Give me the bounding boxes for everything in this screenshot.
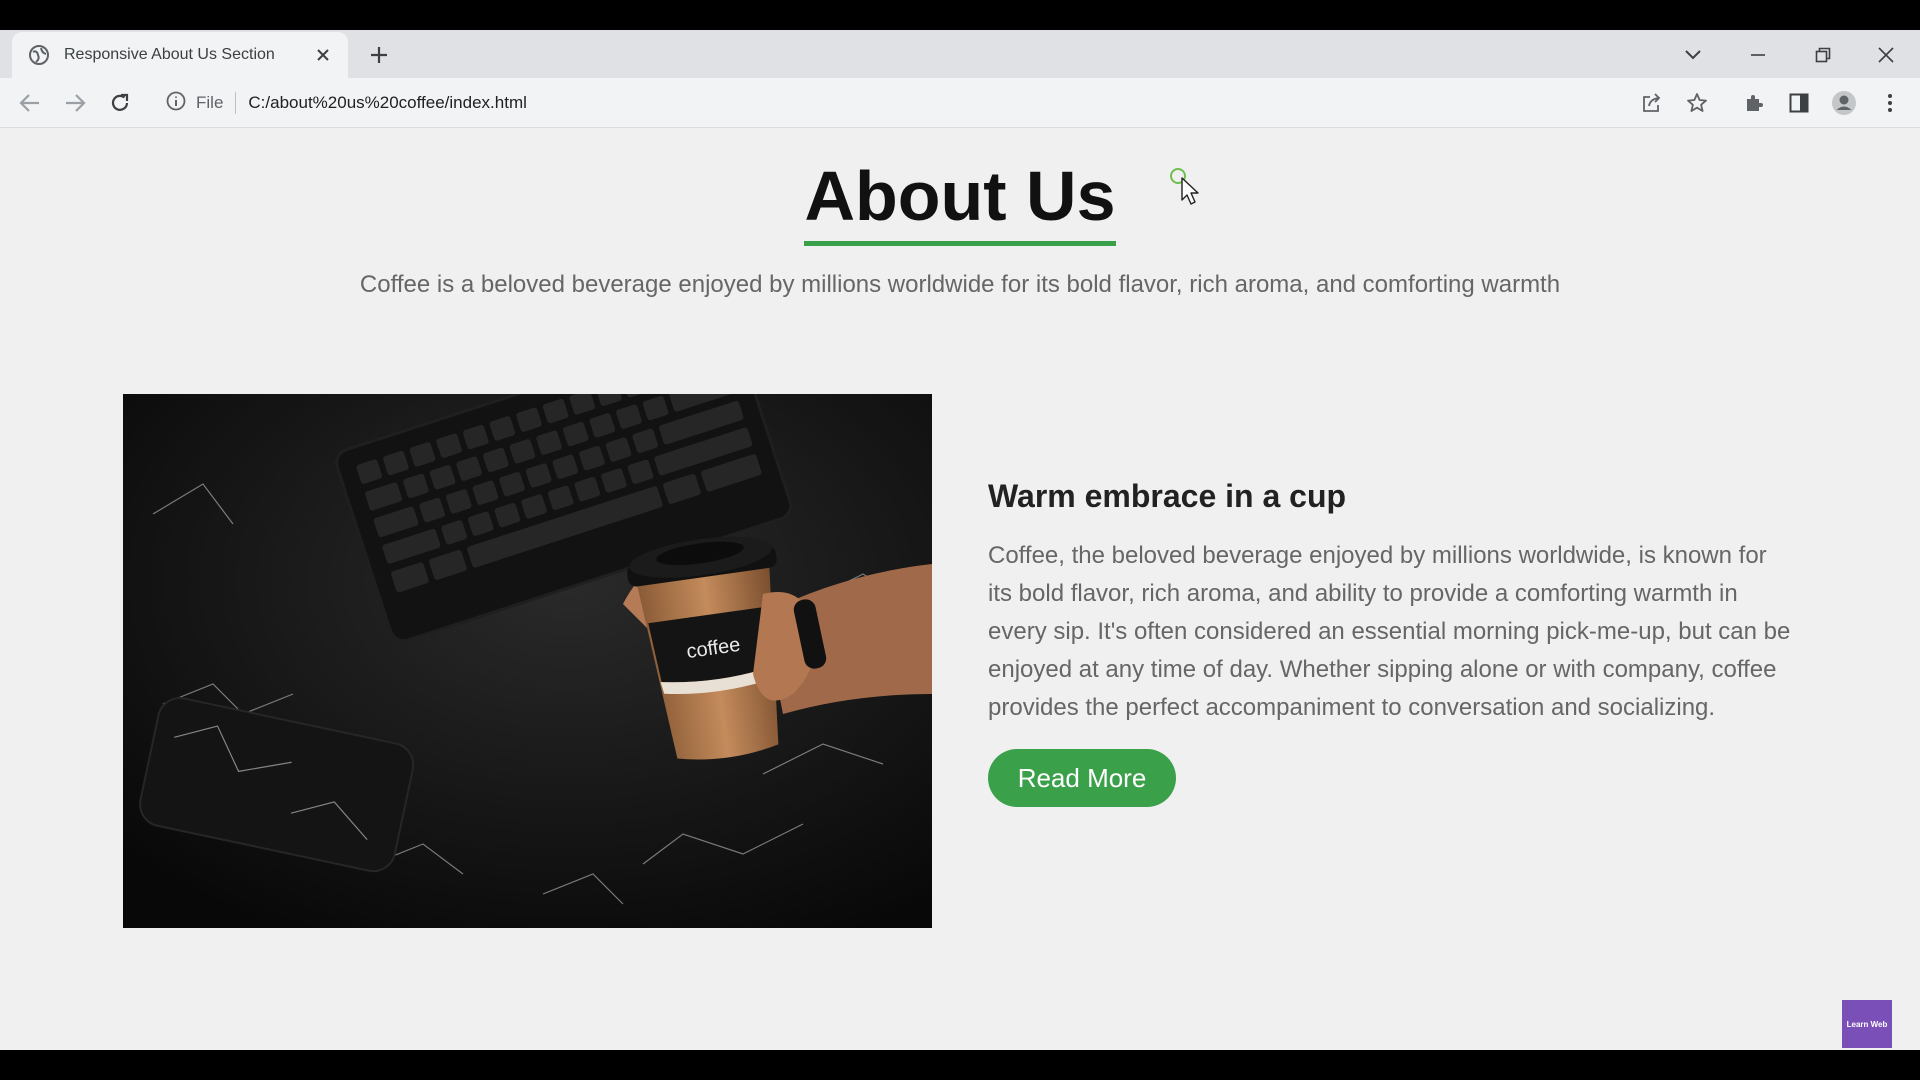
info-icon[interactable]	[166, 91, 186, 116]
tab-title: Responsive About Us Section	[64, 46, 275, 63]
heading-wrapper: About Us	[0, 158, 1920, 246]
tab-strip: Responsive About Us Section	[0, 30, 1920, 78]
address-bar[interactable]: File C:/about%20us%20coffee/index.html	[152, 84, 1672, 122]
globe-icon	[28, 44, 50, 66]
more-vertical-icon[interactable]	[1876, 89, 1904, 117]
content-paragraph: Coffee, the beloved beverage enjoyed by …	[988, 542, 1791, 721]
reload-icon[interactable]	[106, 89, 134, 117]
content-heading: Warm embrace in a cup	[988, 478, 1347, 514]
side-panel-icon[interactable]	[1785, 89, 1813, 117]
mouse-cursor-icon	[1170, 168, 1200, 208]
file-scheme-label: File	[196, 92, 237, 114]
url-text[interactable]: C:/about%20us%20coffee/index.html	[248, 93, 526, 113]
restore-icon[interactable]	[1808, 40, 1838, 70]
watermark-logo: Learn Web	[1842, 1000, 1892, 1048]
share-icon[interactable]	[1638, 89, 1666, 117]
tab-search-chevron-down-icon[interactable]	[1678, 40, 1708, 70]
window-close-icon[interactable]	[1871, 40, 1901, 70]
page-content: About Us Coffee is a beloved beverage en…	[0, 128, 1920, 1050]
read-more-button[interactable]: Read More	[988, 749, 1176, 807]
forward-arrow-icon[interactable]	[61, 89, 89, 117]
tab-active[interactable]: Responsive About Us Section	[12, 32, 348, 78]
about-content: Warm embrace in a cup Coffee, the belove…	[988, 478, 1793, 807]
bookmark-star-icon[interactable]	[1683, 89, 1711, 117]
back-arrow-icon[interactable]	[16, 89, 44, 117]
minimize-icon[interactable]	[1743, 40, 1773, 70]
page-title: About Us	[804, 158, 1116, 246]
coffee-image: coffee	[123, 394, 932, 928]
page-subtitle: Coffee is a beloved beverage enjoyed by …	[359, 271, 1561, 298]
new-tab-button[interactable]	[366, 42, 392, 68]
extensions-puzzle-icon[interactable]	[1740, 89, 1768, 117]
profile-avatar-icon[interactable]	[1830, 89, 1858, 117]
browser-toolbar: File C:/about%20us%20coffee/index.html	[0, 78, 1920, 128]
close-icon[interactable]	[312, 44, 334, 66]
